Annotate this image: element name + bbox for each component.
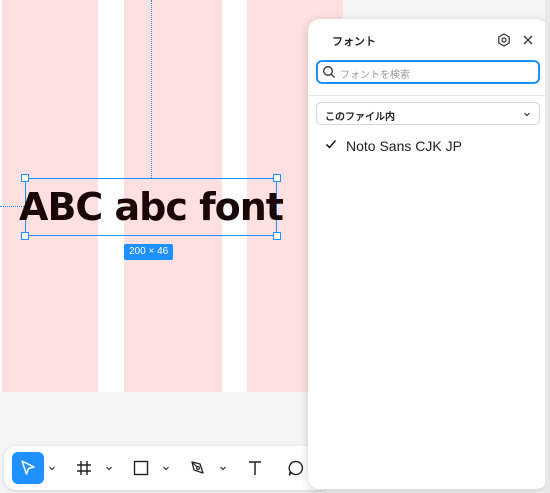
close-panel-button[interactable] (520, 32, 536, 48)
font-search-input[interactable]: フォントを検索 (316, 60, 540, 84)
close-icon (523, 35, 533, 45)
font-list-item[interactable]: Noto Sans CJK JP (316, 134, 540, 158)
window-edge (545, 0, 550, 493)
bottom-toolbar (4, 446, 324, 490)
font-name: Noto Sans CJK JP (346, 138, 462, 154)
checkmark-icon (325, 139, 337, 149)
hexagon-settings-icon (498, 33, 510, 47)
font-panel: フォント フォントを検索 このファイル内 Noto Sans CJK JP (308, 19, 548, 489)
resize-handle-top-right[interactable] (273, 174, 281, 182)
dropdown-value: このファイル内 (325, 112, 395, 123)
font-source-dropdown[interactable]: このファイル内 (316, 102, 540, 125)
font-settings-button[interactable] (496, 32, 512, 48)
chevron-down-icon (524, 112, 530, 117)
shape-tool-button[interactable] (125, 452, 157, 484)
search-icon (323, 66, 335, 78)
resize-handle-top-left[interactable] (21, 174, 29, 182)
spacing-guide-vertical (151, 0, 152, 178)
move-tool-button[interactable] (12, 452, 44, 484)
resize-handle-bottom-right[interactable] (273, 232, 281, 240)
divider (308, 95, 548, 96)
selected-text-layer[interactable]: ABC abc font (19, 178, 284, 236)
text-tool-button[interactable] (239, 452, 271, 484)
frame-tool-button[interactable] (68, 452, 100, 484)
panel-title: フォント (332, 35, 376, 48)
frame-tool-chevron-down-icon[interactable] (105, 464, 113, 472)
shape-tool-chevron-down-icon[interactable] (162, 464, 170, 472)
text-layer-content[interactable]: ABC abc font (19, 188, 284, 226)
move-tool-chevron-down-icon[interactable] (48, 464, 56, 472)
size-badge: 200 × 46 (124, 244, 174, 260)
hash-frame-icon (77, 461, 91, 475)
resize-handle-bottom-left[interactable] (21, 232, 29, 240)
comment-bubble-icon (288, 460, 304, 476)
cursor-arrow-icon (21, 460, 35, 475)
text-t-icon (249, 461, 261, 475)
pen-icon (191, 461, 204, 474)
search-placeholder: フォントを検索 (340, 70, 410, 81)
pen-tool-chevron-down-icon[interactable] (219, 464, 227, 472)
rectangle-icon (133, 460, 149, 476)
pen-tool-button[interactable] (182, 452, 214, 484)
